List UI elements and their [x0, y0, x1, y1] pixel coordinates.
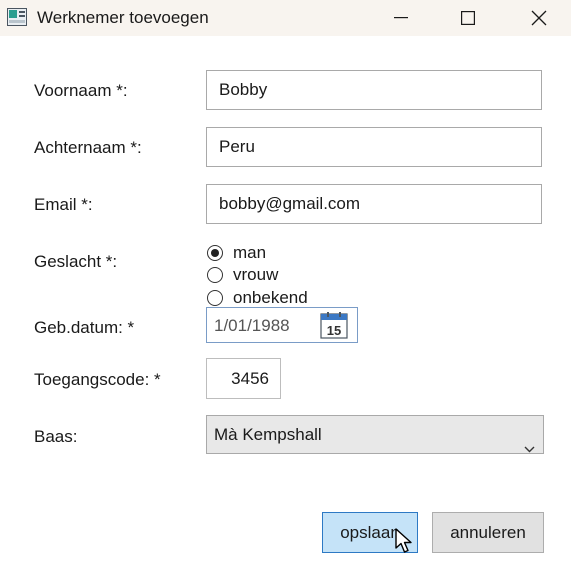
email-input[interactable]: bobby@gmail.com — [206, 184, 542, 224]
chevron-down-icon — [524, 429, 535, 466]
svg-text:15: 15 — [327, 323, 341, 338]
gender-option-label: onbekend — [233, 288, 308, 307]
maximize-button[interactable] — [445, 0, 491, 36]
gender-option-label: vrouw — [233, 265, 279, 284]
birthdate-picker[interactable]: 1/01/1988 15 — [206, 307, 358, 343]
lastname-label: Achternaam *: — [34, 138, 142, 157]
cancel-button[interactable]: annuleren — [432, 512, 544, 553]
firstname-input[interactable]: Bobby — [206, 70, 542, 110]
birthdate-value[interactable]: 1/01/1988 — [214, 316, 290, 336]
birthdate-label: Geb.datum: * — [34, 318, 135, 337]
radio-circle-checked — [207, 245, 223, 261]
gender-radio-vrouw[interactable]: vrouw — [207, 265, 278, 285]
gender-label: Geslacht *: — [34, 252, 118, 271]
radio-circle — [207, 267, 223, 283]
email-label: Email *: — [34, 195, 93, 214]
accesscode-label: Toegangscode: * — [34, 370, 161, 389]
boss-select[interactable]: Mà Kempshall — [206, 415, 544, 454]
radio-circle — [207, 290, 223, 306]
boss-selected-value: Mà Kempshall — [214, 425, 322, 444]
firstname-label: Voornaam *: — [34, 81, 128, 100]
gender-radio-man[interactable]: man — [207, 243, 266, 263]
lastname-input[interactable]: Peru — [206, 127, 542, 167]
calendar-icon[interactable]: 15 — [320, 312, 348, 339]
gender-radio-onbekend[interactable]: onbekend — [207, 288, 308, 308]
close-button[interactable] — [516, 0, 562, 36]
window-title: Werknemer toevoegen — [37, 8, 209, 27]
mouse-cursor-icon — [395, 528, 415, 561]
gender-option-label: man — [233, 243, 267, 262]
accesscode-input[interactable]: 3456 — [206, 358, 281, 399]
app-icon — [7, 8, 27, 26]
minimize-button[interactable] — [378, 0, 424, 36]
boss-label: Baas: — [34, 427, 78, 446]
title-bar: Werknemer toevoegen — [0, 0, 571, 36]
